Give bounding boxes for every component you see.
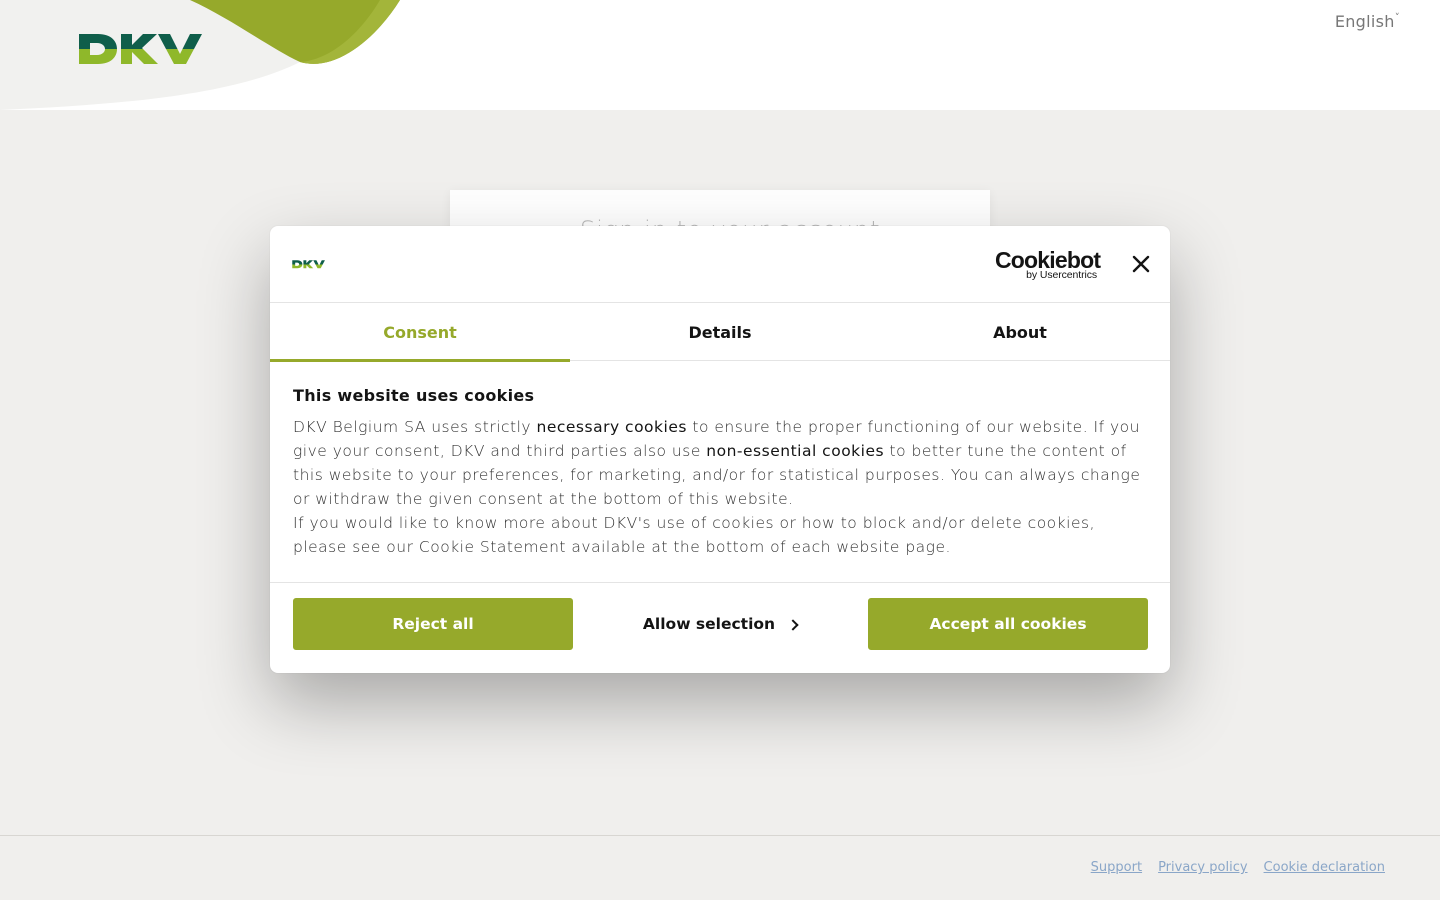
dialog-actions: Reject all Allow selection Accept all co…	[270, 582, 1170, 673]
tab-about[interactable]: About	[870, 303, 1170, 361]
allow-selection-button[interactable]: Allow selection	[580, 598, 860, 650]
dialog-text: DKV Belgium SA uses strictly necessary c…	[293, 415, 1147, 559]
allow-selection-label: Allow selection	[642, 615, 776, 633]
site-header: English˅	[0, 0, 1440, 110]
text-part: If you would like to know more about DKV…	[293, 514, 1095, 556]
dialog-tabs: Consent Details About	[270, 303, 1170, 362]
chevron-right-icon	[787, 619, 799, 631]
dialog-body: This website uses cookies DKV Belgium SA…	[293, 361, 1147, 582]
reject-all-button[interactable]: Reject all	[293, 598, 573, 650]
non-essential-cookies-link[interactable]: non-essential cookies	[706, 442, 884, 460]
language-chevron-icon: ˅	[1394, 12, 1400, 24]
dialog-heading: This website uses cookies	[293, 386, 535, 405]
accept-all-cookies-button[interactable]: Accept all cookies	[868, 598, 1148, 650]
close-icon[interactable]	[1130, 253, 1152, 275]
footer-link-cookie-declaration[interactable]: Cookie declaration	[1264, 860, 1385, 875]
language-selector[interactable]: English˅	[1335, 12, 1400, 31]
footer-link-support[interactable]: Support	[1091, 860, 1142, 875]
text-part: DKV Belgium SA uses strictly	[293, 418, 537, 436]
tab-details[interactable]: Details	[570, 303, 870, 361]
dkv-logo[interactable]	[78, 30, 206, 66]
language-label: English	[1334, 12, 1395, 31]
cookie-consent-dialog: Cookiebot by Usercentrics Consent Detail…	[270, 226, 1170, 673]
cookiebot-logo-sub: by Usercentrics	[1026, 269, 1097, 281]
necessary-cookies-link[interactable]: necessary cookies	[537, 418, 687, 436]
footer-link-privacy-policy[interactable]: Privacy policy	[1158, 860, 1247, 875]
cookiebot-logo[interactable]: Cookiebot by Usercentrics	[995, 248, 1101, 282]
dialog-header: Cookiebot by Usercentrics	[270, 226, 1170, 303]
dialog-dkv-logo	[292, 260, 325, 269]
header-swoosh-decoration	[0, 0, 400, 110]
footer-links: Support Privacy policy Cookie declaratio…	[1091, 860, 1385, 875]
tab-consent[interactable]: Consent	[270, 303, 570, 362]
site-footer: Support Privacy policy Cookie declaratio…	[0, 835, 1440, 900]
